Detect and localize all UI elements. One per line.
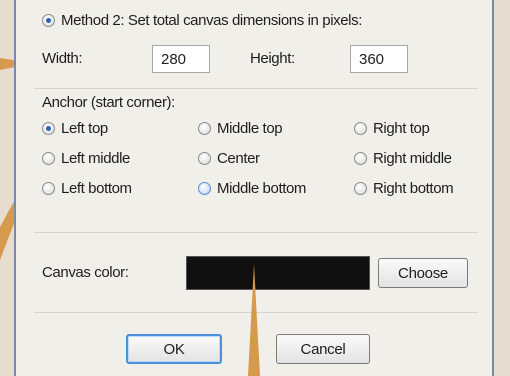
width-label: Width:	[42, 50, 83, 67]
anchor-left-bottom-radio[interactable]: Left bottom	[42, 180, 132, 197]
anchor-left-top-radio[interactable]: Left top	[42, 120, 108, 137]
method-2-radio[interactable]: Method 2: Set total canvas dimensions in…	[42, 12, 362, 29]
height-label: Height:	[250, 50, 295, 67]
anchor-right-top-radio[interactable]: Right top	[354, 120, 430, 137]
radio-checked-icon	[42, 122, 55, 135]
ok-button[interactable]: OK	[126, 334, 222, 364]
canvas-color-swatch[interactable]	[186, 256, 370, 290]
anchor-middle-top-radio[interactable]: Middle top	[198, 120, 283, 137]
anchor-section: Anchor (start corner): Left top Middle t…	[34, 88, 478, 233]
canvas-section: Canvas color: Choose	[34, 234, 478, 313]
radio-unchecked-icon	[354, 122, 367, 135]
anchor-option-label: Middle bottom	[217, 180, 307, 197]
radio-checked-icon	[42, 14, 55, 27]
radio-unchecked-icon	[42, 152, 55, 165]
anchor-option-label: Left top	[61, 120, 108, 137]
radio-unchecked-icon	[198, 152, 211, 165]
anchor-right-middle-radio[interactable]: Right middle	[354, 150, 452, 167]
anchor-title: Anchor (start corner):	[42, 94, 175, 111]
choose-color-button[interactable]: Choose	[378, 258, 468, 288]
method-section: Method 2: Set total canvas dimensions in…	[34, 0, 478, 89]
height-input[interactable]: 360	[350, 45, 408, 73]
anchor-right-bottom-radio[interactable]: Right bottom	[354, 180, 454, 197]
anchor-option-label: Left bottom	[61, 180, 132, 197]
radio-unchecked-icon	[42, 182, 55, 195]
canvas-color-label: Canvas color:	[42, 264, 129, 281]
anchor-option-label: Right bottom	[373, 180, 454, 197]
anchor-option-label: Middle top	[217, 120, 283, 137]
radio-unchecked-icon	[198, 122, 211, 135]
anchor-option-label: Center	[217, 150, 260, 167]
anchor-option-label: Left middle	[61, 150, 130, 167]
anchor-left-middle-radio[interactable]: Left middle	[42, 150, 130, 167]
radio-unchecked-icon	[354, 182, 367, 195]
anchor-center-radio[interactable]: Center	[198, 150, 260, 167]
cancel-button[interactable]: Cancel	[276, 334, 370, 364]
method-2-label: Method 2: Set total canvas dimensions in…	[61, 12, 362, 29]
anchor-middle-bottom-radio[interactable]: Middle bottom	[198, 180, 306, 197]
radio-unchecked-icon	[354, 152, 367, 165]
anchor-option-label: Right middle	[373, 150, 452, 167]
anchor-option-label: Right top	[373, 120, 430, 137]
radio-hover-icon	[198, 182, 211, 195]
width-input[interactable]: 280	[152, 45, 210, 73]
